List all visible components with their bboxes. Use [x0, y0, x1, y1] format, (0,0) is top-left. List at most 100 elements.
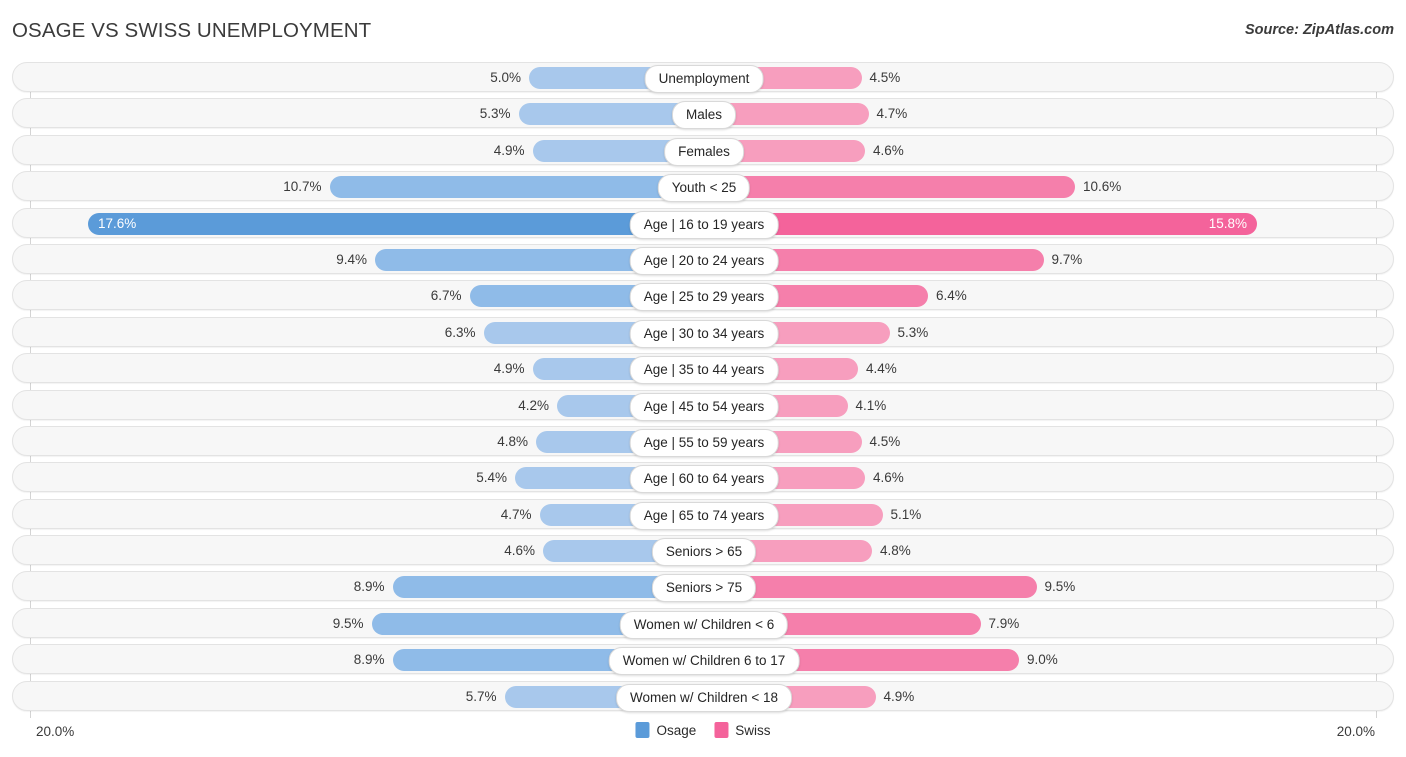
category-pill: Females — [664, 137, 744, 166]
category-pill: Age | 45 to 54 years — [629, 392, 779, 421]
bar-track: 4.2% 4.1% Age | 45 to 54 years — [12, 389, 1394, 421]
value-label-osage: 4.8% — [497, 433, 528, 449]
bar-swiss — [704, 176, 1075, 199]
bar-row: 4.8% 4.5% Age | 55 to 59 years — [0, 425, 1406, 457]
chart-legend: Osage Swiss — [635, 722, 771, 738]
bar-row: 4.7% 5.1% Age | 65 to 74 years — [0, 498, 1406, 530]
value-label-osage: 5.3% — [479, 106, 511, 122]
value-label-osage: 4.9% — [493, 361, 525, 377]
legend-label: Swiss — [735, 722, 771, 738]
category-pill: Youth < 25 — [657, 174, 751, 203]
value-label-swiss: 4.6% — [873, 142, 904, 158]
bar-track: 6.3% 5.3% Age | 30 to 34 years — [12, 316, 1394, 348]
value-label-osage: 10.7% — [283, 179, 322, 195]
category-pill: Age | 55 to 59 years — [629, 428, 779, 457]
value-label-osage: 5.7% — [465, 688, 497, 704]
value-label-osage: 8.9% — [353, 579, 385, 595]
category-pill: Age | 16 to 19 years — [629, 210, 779, 239]
bar-track: 8.9% 9.5% Seniors > 75 — [12, 571, 1394, 603]
bar-track: 4.9% 4.4% Age | 35 to 44 years — [12, 353, 1394, 385]
bar-row: 9.5% 7.9% Women w/ Children < 6 — [0, 607, 1406, 639]
legend-item[interactable]: Osage — [635, 722, 696, 738]
value-label-osage: 9.4% — [336, 251, 367, 267]
page-title: OSAGE VS SWISS UNEMPLOYMENT — [12, 19, 372, 42]
value-label-swiss: 9.0% — [1027, 652, 1058, 668]
bar-osage — [88, 212, 704, 235]
bar-row: 5.0% 4.5% Unemployment — [0, 62, 1406, 93]
value-label-osage: 4.6% — [504, 543, 535, 559]
value-label-swiss: 9.5% — [1044, 579, 1076, 595]
value-label-osage: 9.5% — [332, 615, 364, 631]
legend-swatch-icon — [635, 722, 650, 738]
value-label-osage: 4.9% — [493, 142, 525, 158]
legend-label: Osage — [656, 722, 697, 738]
category-pill: Unemployment — [644, 65, 764, 93]
bar-row: 17.6% 15.8% Age | 16 to 19 years — [0, 207, 1406, 239]
category-pill: Age | 20 to 24 years — [629, 246, 779, 275]
value-label-osage: 4.2% — [518, 397, 549, 413]
category-pill: Age | 25 to 29 years — [629, 283, 779, 312]
bar-swiss — [704, 212, 1257, 235]
chart-footer: 20.0% 20.0% Osage Swiss — [0, 718, 1406, 757]
value-label-osage: 4.7% — [500, 506, 532, 522]
axis-min-label: 20.0% — [36, 724, 75, 739]
bar-track: 4.8% 4.5% Age | 55 to 59 years — [12, 425, 1394, 457]
bar-track: 4.6% 4.8% Seniors > 65 — [12, 535, 1394, 567]
bar-osage — [329, 176, 704, 199]
category-pill: Age | 30 to 34 years — [629, 319, 779, 348]
value-label-swiss: 4.4% — [866, 361, 897, 377]
category-pill: Women w/ Children < 18 — [616, 683, 792, 712]
bar-row: 9.4% 9.7% Age | 20 to 24 years — [0, 243, 1406, 275]
bar-row: 4.6% 4.8% Seniors > 65 — [0, 535, 1406, 567]
bar-track: 8.9% 9.0% Women w/ Children 6 to 17 — [12, 644, 1394, 676]
source-attribution: Source: ZipAtlas.com — [1244, 22, 1394, 38]
chart-plot-area: 5.0% 4.5% Unemployment 5.3% 4.7% Males 4.9% 4.6… — [0, 62, 1406, 718]
category-pill: Seniors > 75 — [651, 574, 757, 603]
value-label-swiss: 4.1% — [855, 397, 887, 413]
category-pill: Women w/ Children 6 to 17 — [608, 647, 800, 676]
bar-row: 4.2% 4.1% Age | 45 to 54 years — [0, 389, 1406, 421]
bar-row: 6.7% 6.4% Age | 25 to 29 years — [0, 280, 1406, 312]
legend-item[interactable]: Swiss — [714, 722, 771, 738]
value-label-swiss: 10.6% — [1083, 179, 1122, 195]
bar-row: 10.7% 10.6% Youth < 25 — [0, 171, 1406, 203]
value-label-swiss: 9.7% — [1051, 251, 1083, 267]
value-label-swiss: 6.4% — [936, 288, 967, 304]
value-label-swiss: 7.9% — [988, 615, 1020, 631]
value-label-swiss: 15.8% — [1208, 215, 1247, 231]
category-pill: Males — [671, 101, 737, 130]
bar-row: 8.9% 9.5% Seniors > 75 — [0, 571, 1406, 603]
bar-track: 10.7% 10.6% Youth < 25 — [12, 171, 1394, 203]
bar-row: 5.4% 4.6% Age | 60 to 64 years — [0, 462, 1406, 494]
category-pill: Seniors > 65 — [651, 538, 757, 567]
bar-row: 6.3% 5.3% Age | 30 to 34 years — [0, 316, 1406, 348]
chart-header: OSAGE VS SWISS UNEMPLOYMENT Source: ZipA… — [0, 0, 1406, 60]
value-label-osage: 17.6% — [98, 215, 137, 231]
axis-max-label: 20.0% — [1336, 724, 1375, 739]
bar-row: 4.9% 4.6% Females — [0, 134, 1406, 166]
value-label-osage: 6.3% — [444, 324, 476, 340]
bar-track: 17.6% 15.8% Age | 16 to 19 years — [12, 207, 1394, 239]
value-label-swiss: 4.8% — [880, 543, 911, 559]
category-pill: Women w/ Children < 6 — [619, 610, 789, 639]
value-label-swiss: 5.1% — [890, 506, 922, 522]
bar-track: 5.3% 4.7% Males — [12, 98, 1394, 130]
bar-track: 5.0% 4.5% Unemployment — [12, 62, 1394, 93]
value-label-swiss: 4.5% — [869, 70, 901, 85]
bar-row: 5.7% 4.9% Women w/ Children < 18 — [0, 680, 1406, 712]
category-pill: Age | 65 to 74 years — [629, 501, 779, 530]
value-label-swiss: 5.3% — [897, 324, 929, 340]
bar-row: 5.3% 4.7% Males — [0, 98, 1406, 130]
legend-swatch-icon — [714, 722, 729, 738]
value-label-osage: 5.4% — [476, 470, 507, 486]
bar-track: 9.4% 9.7% Age | 20 to 24 years — [12, 243, 1394, 275]
value-label-osage: 6.7% — [430, 288, 462, 304]
bar-row: 4.9% 4.4% Age | 35 to 44 years — [0, 353, 1406, 385]
bar-row: 8.9% 9.0% Women w/ Children 6 to 17 — [0, 644, 1406, 676]
bar-track: 4.9% 4.6% Females — [12, 134, 1394, 166]
value-label-swiss: 4.9% — [883, 688, 915, 704]
bar-track: 4.7% 5.1% Age | 65 to 74 years — [12, 498, 1394, 530]
value-label-osage: 5.0% — [490, 70, 521, 85]
bar-track: 9.5% 7.9% Women w/ Children < 6 — [12, 607, 1394, 639]
category-pill: Age | 60 to 64 years — [629, 465, 779, 494]
